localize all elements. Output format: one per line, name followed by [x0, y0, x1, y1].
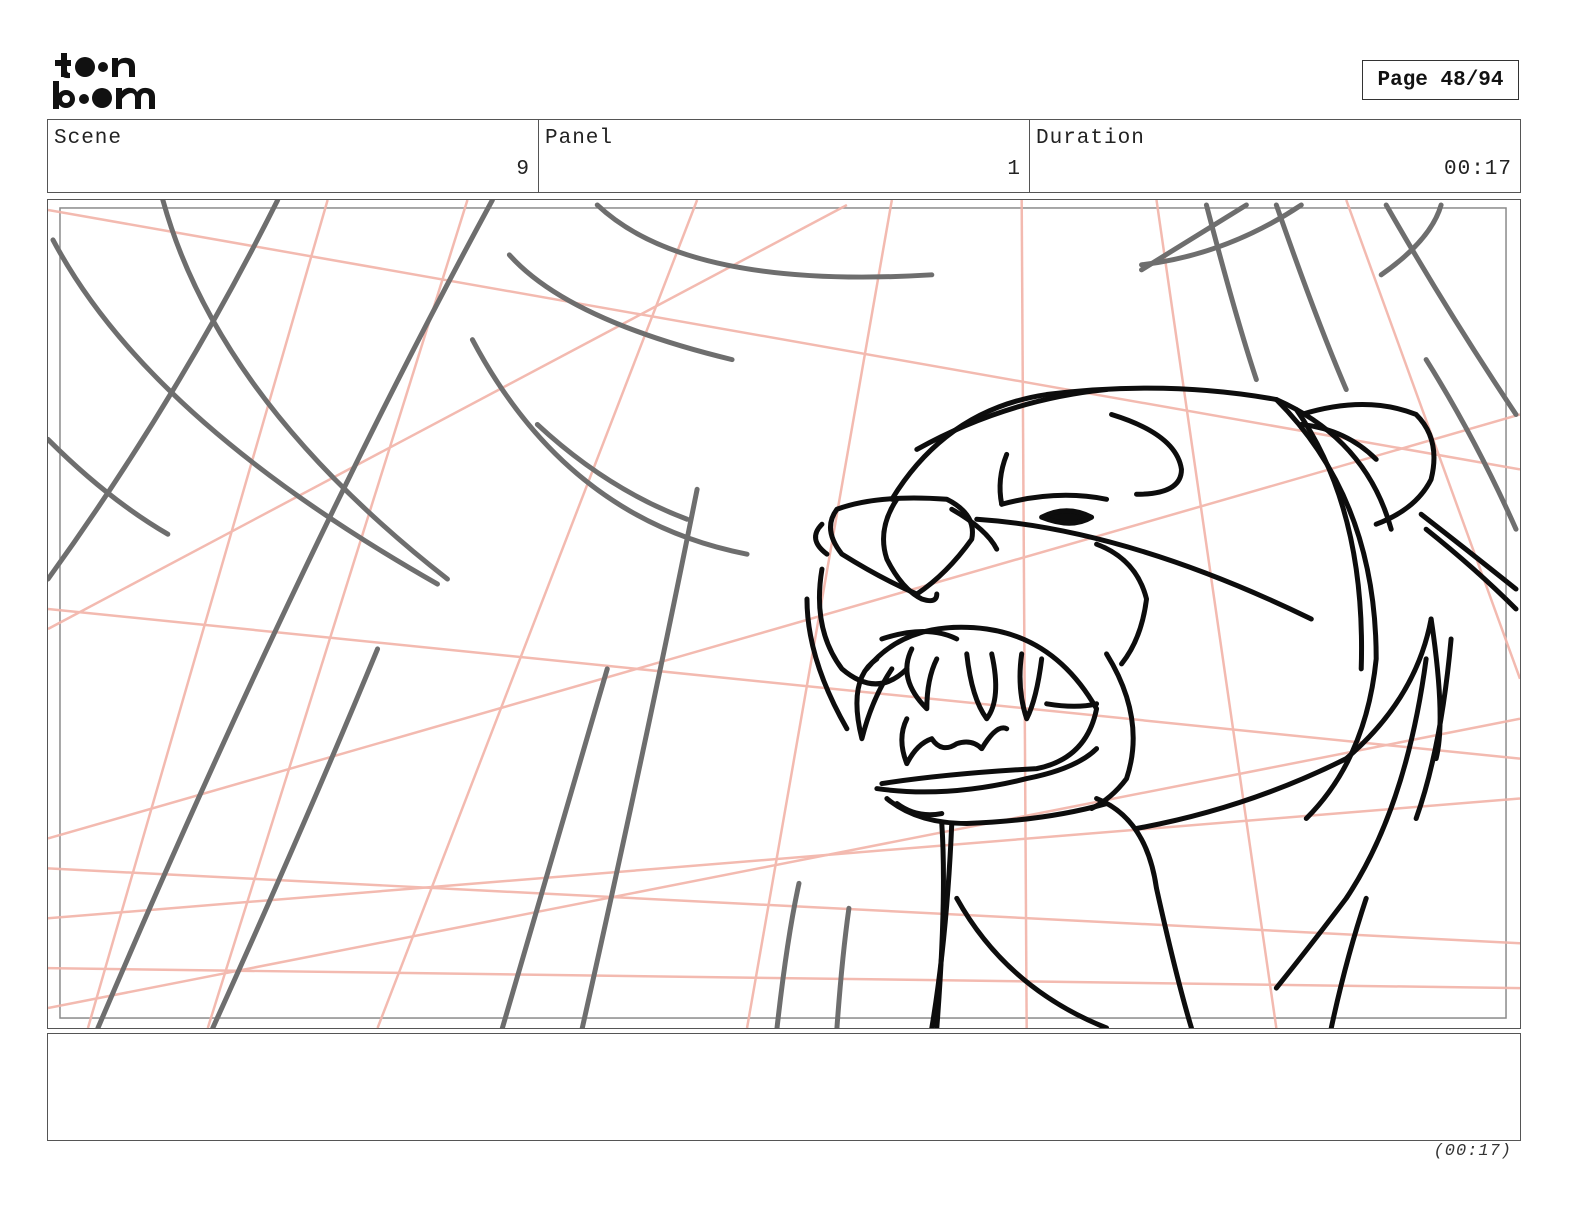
page-number: Page 48/94: [1362, 60, 1519, 100]
footer-duration: (00:17): [1433, 1142, 1512, 1161]
duration-cell: Duration 00:17: [1030, 120, 1520, 192]
notes-area: [47, 1033, 1521, 1141]
storyboard-panel-image: [47, 199, 1521, 1029]
panel-label: Panel: [545, 127, 614, 150]
scene-label: Scene: [54, 127, 123, 150]
toon-boom-logo: [52, 50, 164, 112]
duration-label: Duration: [1036, 127, 1145, 150]
panel-header: Scene 9 Panel 1 Duration 00:17: [47, 119, 1521, 193]
panther-sketch: [804, 385, 1519, 1028]
scene-value: 9: [516, 158, 530, 181]
duration-value: 00:17: [1443, 158, 1512, 181]
panel-cell: Panel 1: [539, 120, 1030, 192]
scene-cell: Scene 9: [48, 120, 539, 192]
safe-frame-border: [59, 207, 1507, 1019]
panel-value: 1: [1007, 158, 1021, 181]
